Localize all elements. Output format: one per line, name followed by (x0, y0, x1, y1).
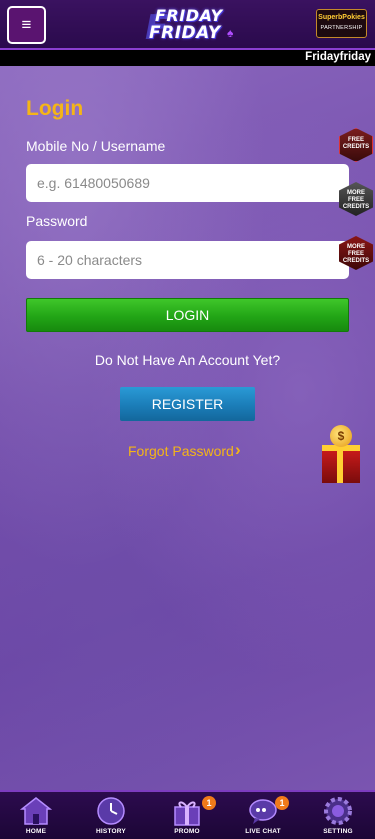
partner-logo[interactable]: SuperbPokies PARTNERSHIP (316, 9, 367, 38)
nav-item-setting[interactable]: SETTING (308, 792, 368, 839)
live-chat-icon (249, 799, 277, 824)
coin-icon: $ (330, 425, 352, 447)
chat-badge: 1 (275, 796, 289, 810)
username-label: Mobile No / Username (26, 138, 166, 154)
partner-name: SuperbPokies (318, 14, 365, 21)
home-icon (20, 797, 52, 825)
marquee-ticker: Fridayfriday (0, 50, 375, 66)
logo-text-line2: FRIDAY (149, 23, 221, 43)
menu-button[interactable]: ≡ (7, 6, 46, 44)
gift-ribbon (337, 445, 343, 483)
forgot-password-link[interactable]: Forgot Password (128, 443, 234, 459)
top-header: ≡ F FRIDAY FRIDAY ♠ SuperbPokies PARTNER… (0, 0, 375, 50)
friday-friday-logo[interactable]: F FRIDAY FRIDAY ♠ (145, 6, 237, 48)
nav-label: HISTORY (96, 828, 126, 835)
nav-label: HOME (25, 828, 47, 835)
promo-badge: 1 (202, 796, 216, 810)
no-account-text: Do Not Have An Account Yet? (94, 352, 281, 368)
password-input[interactable] (26, 241, 349, 279)
nav-item-history[interactable]: HISTORY (81, 792, 141, 839)
hamburger-icon: ≡ (21, 15, 32, 34)
gift-box-icon[interactable]: $ (320, 425, 360, 485)
nav-label: SETTING (323, 828, 353, 835)
promo-gift-icon (174, 801, 200, 826)
nav-item-live-chat[interactable]: 1 LIVE CHAT (233, 792, 293, 839)
login-title: Login (26, 97, 84, 120)
password-label: Password (26, 213, 88, 229)
settings-gear-icon (324, 797, 352, 825)
nav-label: PROMO (174, 828, 200, 835)
partner-subtitle: PARTNERSHIP (320, 25, 363, 31)
register-button[interactable]: REGISTER (120, 387, 255, 421)
username-input[interactable] (26, 164, 349, 202)
nav-item-home[interactable]: HOME (6, 792, 66, 839)
nav-item-promo[interactable]: 1 PROMO (157, 792, 217, 839)
chevron-right-icon[interactable]: › (235, 440, 241, 460)
login-button[interactable]: LOGIN (26, 298, 349, 332)
spade-icon: ♠ (227, 26, 234, 40)
ticker-text: Fridayfriday (305, 51, 371, 63)
history-icon (97, 797, 125, 825)
bottom-navigation: HOME HISTORY 1 PROMO 1 LIVE CHAT SETTING (0, 790, 375, 839)
nav-label: LIVE CHAT (245, 828, 281, 835)
